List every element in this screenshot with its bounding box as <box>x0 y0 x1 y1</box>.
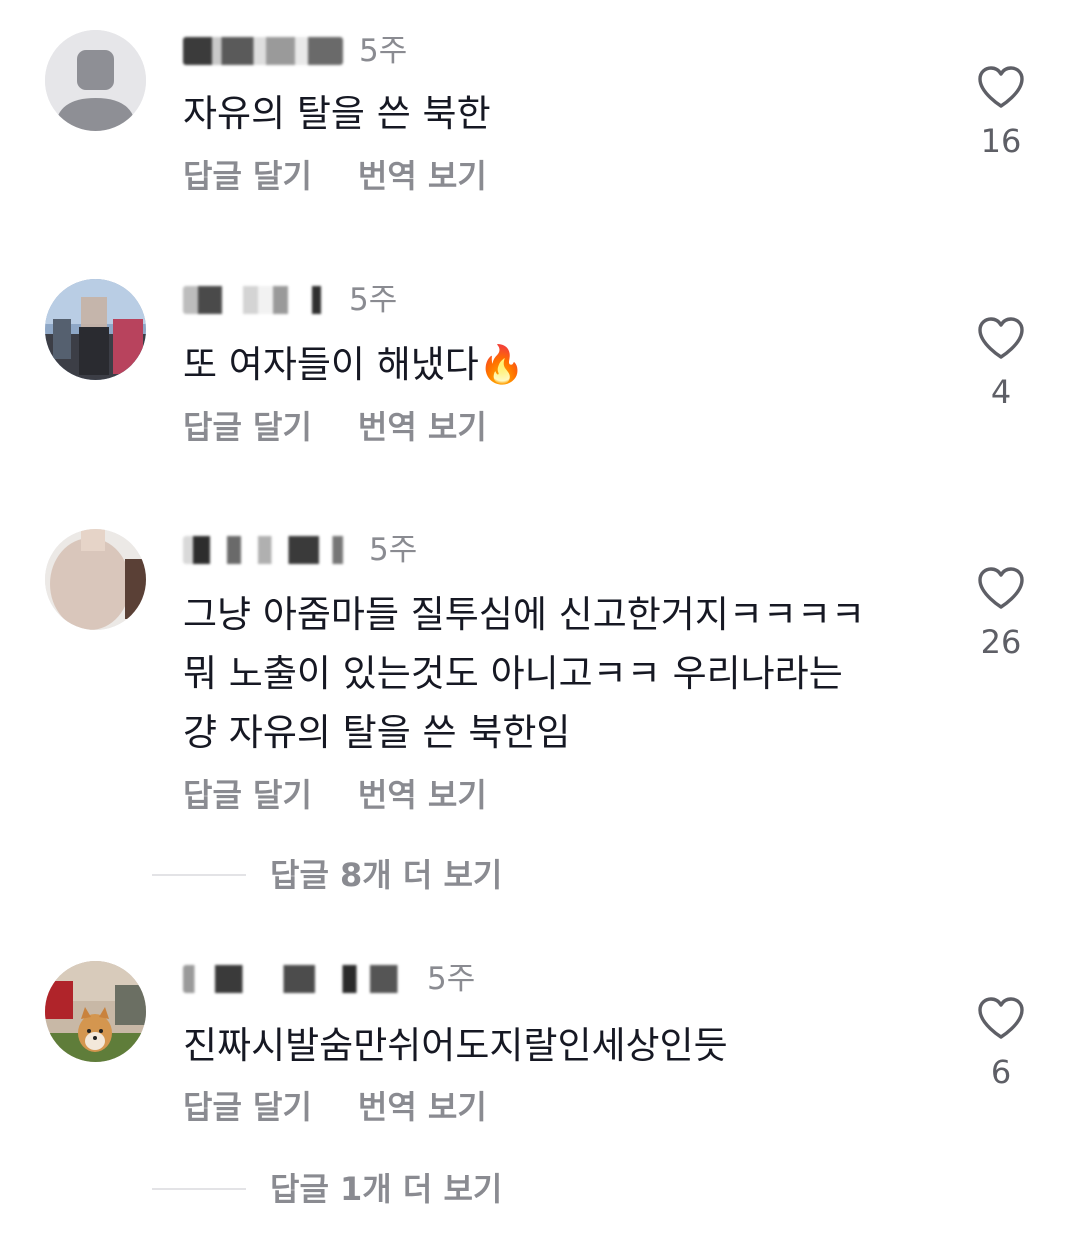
reply-button[interactable]: 답글 달기 <box>183 775 312 815</box>
like-control: 26 <box>970 566 1032 660</box>
avatar[interactable] <box>45 30 146 131</box>
like-control: 4 <box>970 316 1032 410</box>
heart-icon[interactable] <box>977 566 1025 610</box>
comment-text: 진짜시발숨만쉬어도지랄인세상인듯 <box>183 1024 728 1067</box>
like-count: 26 <box>980 623 1022 661</box>
comment-actions: 답글 달기 번역 보기 <box>183 775 487 815</box>
photo-avatar <box>45 529 146 630</box>
like-count: 4 <box>990 373 1012 411</box>
comment-meta: 5주 <box>183 529 417 571</box>
translate-button[interactable]: 번역 보기 <box>358 775 487 815</box>
default-user-icon <box>45 30 146 131</box>
like-control: 6 <box>970 996 1032 1090</box>
divider <box>152 1188 246 1190</box>
like-control: 16 <box>970 65 1032 159</box>
comment-text: 또 여자들이 해냈다🔥 <box>183 343 525 386</box>
like-count: 16 <box>980 122 1022 160</box>
username-blurred[interactable] <box>183 965 411 993</box>
view-more-replies-label: 답글 8개 더 보기 <box>270 856 503 894</box>
heart-icon[interactable] <box>977 316 1025 360</box>
comment-actions: 답글 달기 번역 보기 <box>183 1087 487 1127</box>
comment-time: 5주 <box>427 961 476 997</box>
avatar[interactable] <box>45 529 146 630</box>
comment-text: 자유의 탈을 쓴 북한 <box>183 92 491 135</box>
username-blurred[interactable] <box>183 536 353 564</box>
view-more-replies-button[interactable]: 답글 1개 더 보기 <box>152 1169 502 1209</box>
translate-button[interactable]: 번역 보기 <box>358 1087 487 1127</box>
comment-meta: 5주 <box>183 958 475 1000</box>
comment-time: 5주 <box>369 532 418 568</box>
view-more-replies-label: 답글 1개 더 보기 <box>270 1170 503 1208</box>
avatar[interactable] <box>45 961 146 1062</box>
comment-meta: 5주 <box>183 279 397 321</box>
heart-icon[interactable] <box>977 996 1025 1040</box>
comment-text: 그냥 아줌마들 질투심에 신고한거지ㅋㅋㅋㅋ 뭐 노출이 있는것도 아니고ㅋㅋ … <box>183 593 866 754</box>
comment-time: 5주 <box>359 33 408 69</box>
username-blurred[interactable] <box>183 37 343 65</box>
photo-avatar <box>45 279 146 380</box>
comment-actions: 답글 달기 번역 보기 <box>183 407 487 447</box>
comment-actions: 답글 달기 번역 보기 <box>183 156 487 196</box>
avatar[interactable] <box>45 279 146 380</box>
view-more-replies-button[interactable]: 답글 8개 더 보기 <box>152 855 502 895</box>
reply-button[interactable]: 답글 달기 <box>183 407 312 447</box>
dog-photo-avatar <box>45 961 146 1062</box>
heart-icon[interactable] <box>977 65 1025 109</box>
translate-button[interactable]: 번역 보기 <box>358 407 487 447</box>
username-blurred[interactable] <box>183 286 333 314</box>
translate-button[interactable]: 번역 보기 <box>358 156 487 196</box>
comment-time: 5주 <box>349 282 398 318</box>
reply-button[interactable]: 답글 달기 <box>183 1087 312 1127</box>
divider <box>152 874 246 876</box>
reply-button[interactable]: 답글 달기 <box>183 156 312 196</box>
like-count: 6 <box>990 1053 1012 1091</box>
comment-meta: 5주 <box>183 30 407 72</box>
